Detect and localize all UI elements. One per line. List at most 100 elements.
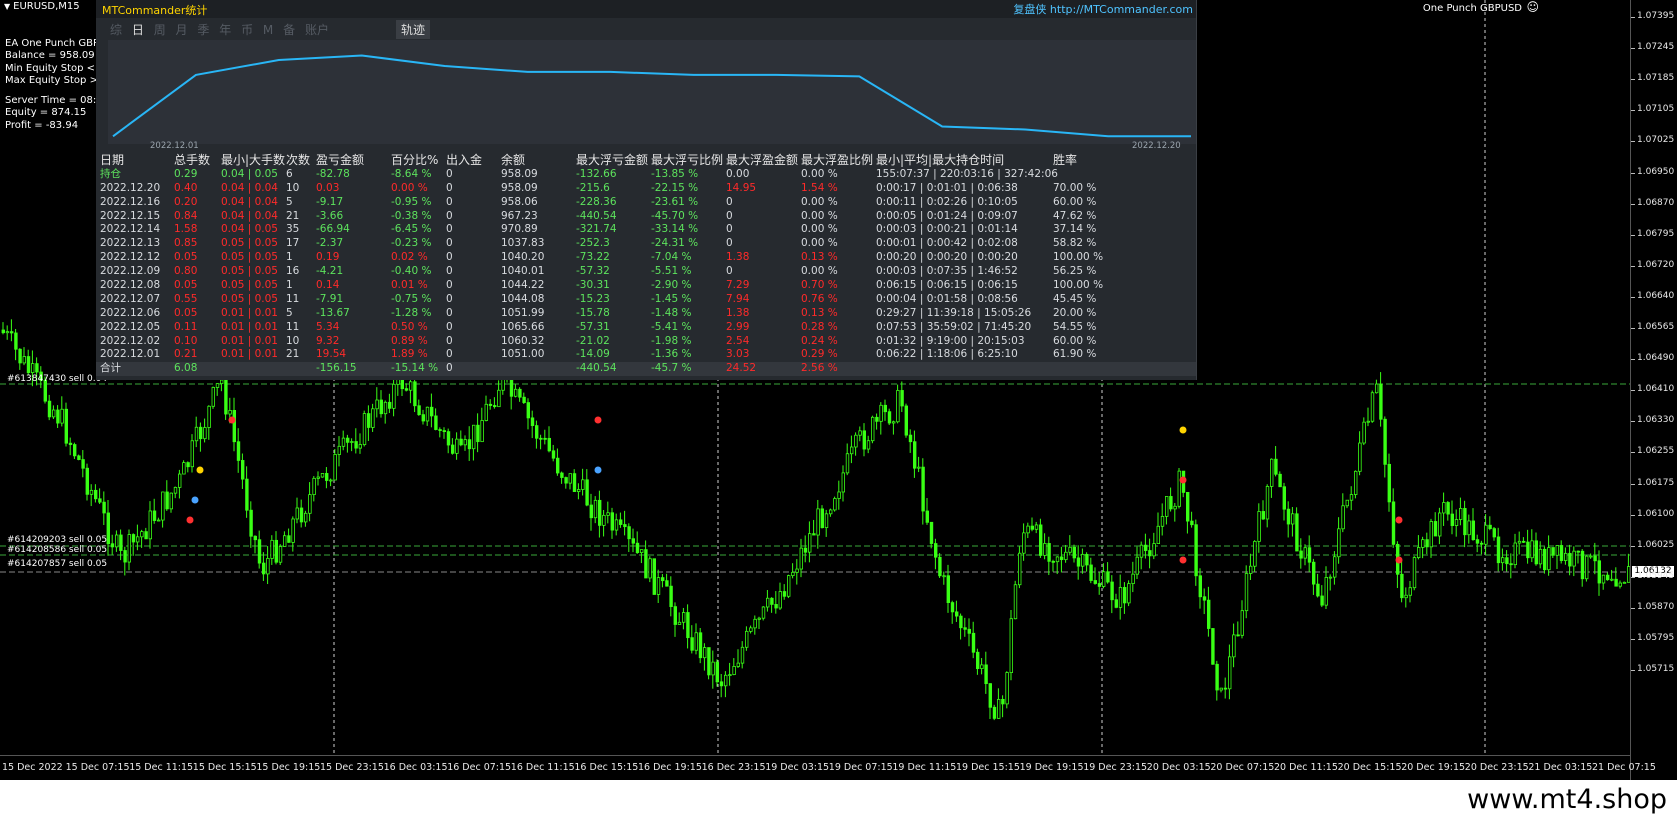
time-label: 15 Dec 07:15 [65,762,130,773]
stats-cell: -23.61 % [651,195,699,208]
trade-marker-icon[interactable] [1179,426,1187,434]
trade-marker-icon[interactable] [1179,476,1187,484]
trade-marker-icon[interactable] [191,496,199,504]
stats-cell: 0:06:15 | 0:06:15 | 0:06:15 [876,279,1018,292]
candle-body [854,434,858,448]
candle-body [1438,512,1442,537]
stats-cell: 0:06:22 | 1:18:06 | 6:25:10 [876,348,1018,361]
time-axis[interactable]: 15 Dec 2022 15 Dec 07:15 15 Dec 11:15 15 De… [0,755,1656,780]
tab-quarter[interactable]: 季 [197,21,209,38]
smiley-icon[interactable]: ☺ [1526,0,1539,14]
order-label[interactable]: #614209203 sell 0.05 [7,535,107,545]
candle-body [917,466,921,469]
candle-body [677,621,682,625]
candle-body [1320,595,1324,606]
candle-body [484,403,488,421]
candle-body [1089,564,1093,581]
stats-cell: 0.01 | 0.01 [221,320,278,333]
price-label: 1.06175 [1637,477,1675,488]
stats-cell: 出入金 [446,153,483,167]
candle-body [1547,547,1551,571]
candle-body [1530,540,1534,559]
price-chart[interactable]: ▼ EURUSD,M15 One Punch GBPUSD ☺ EA One Pu… [0,0,1677,780]
stats-cell: 967.23 [501,209,538,222]
candle-body [766,597,770,608]
trade-marker-icon[interactable] [1395,556,1403,564]
candle-body [1228,656,1232,690]
candle-body [1118,587,1123,608]
candle-body [425,406,430,422]
candle-body [232,410,236,443]
candle-body [656,577,661,595]
candle-body [1333,556,1337,578]
stats-cell: 0 [446,265,453,278]
candle-body [1555,545,1559,556]
stats-row: 2022.12.08 0.05 0.05 | 0.05 1 0.14 0.01 % 0 104… [96,279,1196,293]
track-button[interactable]: 轨迹 [396,20,431,39]
stats-cell: 0.05 | 0.05 [221,279,278,292]
price-tick [1631,203,1635,205]
candle-body [295,507,299,520]
candle-body [971,632,976,653]
candle-body [492,405,497,408]
order-label[interactable]: #613847430 sell 0.04 [7,374,107,384]
stats-cell: 0.01 | 0.01 [221,348,278,361]
trade-marker-icon[interactable] [1179,556,1187,564]
tab-notes[interactable]: 备 [283,21,295,38]
candle-body [1400,573,1404,599]
stats-cell: 1040.01 [501,265,545,278]
period-tabs: 综 日 周 月 季 年 币 M 备 账户 [110,21,335,39]
trade-marker-icon[interactable] [196,466,204,474]
price-label: 1.06565 [1637,322,1675,332]
candle-body [1244,573,1249,612]
candle-body [572,473,577,492]
stats-cell: 3.03 [726,348,750,361]
tab-overall[interactable]: 综 [110,21,122,38]
candle-body [1022,532,1026,554]
candle-body [1190,520,1194,526]
stats-cell: 最大浮亏比例 [651,153,724,167]
tab-account[interactable]: 账户 [305,21,329,38]
tab-day[interactable]: 日 [132,21,144,38]
stats-cell: 0 [446,237,453,250]
candle-body [740,646,745,664]
stats-cell: -15.23 [576,292,610,305]
tab-month[interactable]: 月 [176,21,188,38]
trade-marker-icon[interactable] [594,466,602,474]
trade-marker-icon[interactable] [228,416,236,424]
candle-body [387,401,392,409]
candle-body [694,632,698,651]
stats-cell: 2022.12.06 [100,306,161,319]
trade-marker-icon[interactable] [186,516,194,524]
candle-body [950,602,955,613]
tab-year[interactable]: 年 [219,21,231,38]
tab-week[interactable]: 周 [154,21,166,38]
price-tick [1631,141,1635,143]
candle-body [1261,511,1265,520]
trade-marker-icon[interactable] [594,416,602,424]
candle-body [1282,486,1286,510]
candle-body [224,379,228,415]
tab-currency[interactable]: 币 [241,21,253,38]
candle-body [1270,458,1274,487]
stats-cell: 60.00 % [1053,334,1097,347]
dropdown-triangle-icon[interactable]: ▼ [4,2,10,11]
trade-marker-icon[interactable] [1395,516,1403,524]
order-label[interactable]: #614207857 sell 0.05 [7,559,107,569]
stats-cell: -45.70 % [651,209,699,222]
price-axis[interactable]: 1.06132 1.07395 1.07245 1.07185 1.07105 1.07… [1630,0,1677,780]
candle-body [488,403,493,406]
candle-body [1299,550,1303,559]
mtcommander-link[interactable]: 复盘侠 http://MTCommander.com [1013,1,1193,17]
candle-body [593,499,598,519]
candle-body [1585,555,1589,580]
candle-body [1102,571,1106,587]
time-label: 20 Dec 11:15 [1274,762,1338,773]
candle-body [1240,610,1244,636]
stats-total-row: 合计 6.08 -156.15 -15.14 % 0 -440.54 -45.7 % 24.5… [96,362,1196,377]
candle-body [1009,618,1013,673]
candle-body [1097,583,1102,587]
tab-magic[interactable]: M [263,23,273,37]
candle-body [476,424,480,443]
order-label[interactable]: #614208586 sell 0.05 [7,545,107,555]
